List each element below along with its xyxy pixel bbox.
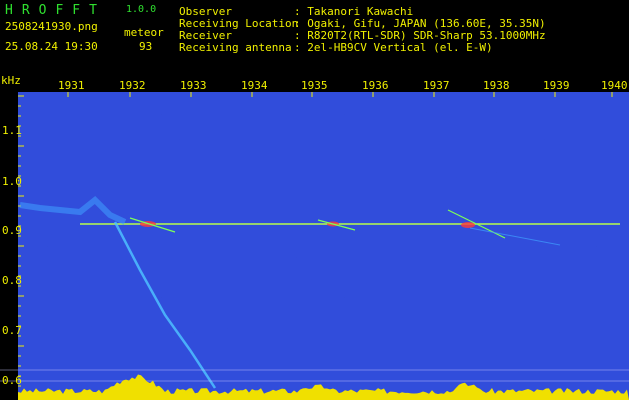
y-axis-unit: kHz <box>1 74 21 87</box>
noise-texture <box>18 92 629 400</box>
x-tick-label: 1933 <box>180 79 207 92</box>
x-tick-label: 1937 <box>423 79 450 92</box>
x-tick-label: 1939 <box>543 79 570 92</box>
x-tick-label: 1938 <box>483 79 510 92</box>
y-tick-label: 1.0 <box>2 175 22 188</box>
y-tick-label: 0.8 <box>2 274 22 287</box>
x-tick-label: 1934 <box>241 79 268 92</box>
y-tick-label: 0.6 <box>2 374 22 387</box>
x-tick-label: 1931 <box>58 79 85 92</box>
spectrogram-plot <box>0 92 629 400</box>
y-tick-label: 0.9 <box>2 224 22 237</box>
x-tick-label: 1935 <box>301 79 328 92</box>
x-tick-label: 1936 <box>362 79 389 92</box>
y-tick-label: 0.7 <box>2 324 22 337</box>
y-tick-label: 1.1 <box>2 124 22 137</box>
x-tick-label: 1932 <box>119 79 146 92</box>
x-tick-label: 1940 <box>601 79 628 92</box>
